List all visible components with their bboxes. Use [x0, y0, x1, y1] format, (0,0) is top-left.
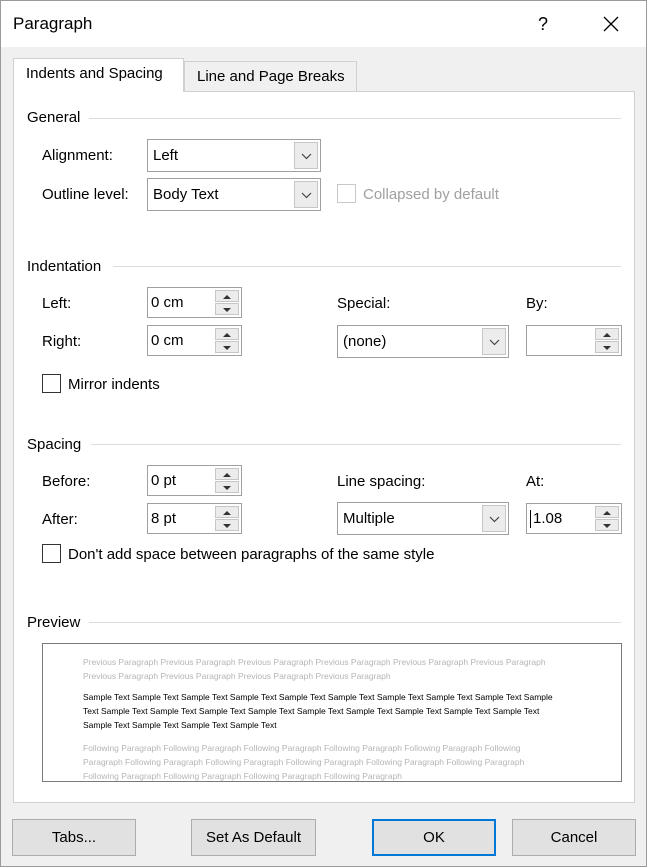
close-button[interactable]	[589, 7, 633, 41]
alignment-value: Left	[153, 147, 179, 164]
line-spacing-select[interactable]: Multiple	[337, 502, 509, 535]
ok-button[interactable]: OK	[372, 819, 496, 856]
triangle-up-icon	[223, 333, 231, 337]
general-section-title: General	[27, 109, 81, 126]
text-caret	[530, 510, 531, 528]
triangle-up-icon	[603, 511, 611, 515]
spacing-section-title: Spacing	[27, 436, 82, 453]
alignment-select[interactable]: Left	[147, 139, 321, 172]
preview-previous-paragraph: Previous Paragraph Previous Paragraph Pr…	[83, 657, 546, 681]
outline-level-value: Body Text	[153, 186, 219, 203]
after-label: After:	[42, 511, 78, 528]
cancel-button[interactable]: Cancel	[512, 819, 636, 856]
chevron-down-icon	[489, 516, 500, 523]
before-increment[interactable]	[215, 468, 239, 480]
tab-label: Indents and Spacing	[26, 65, 163, 82]
line-spacing-dropdown-button[interactable]	[482, 505, 506, 532]
triangle-down-icon	[603, 346, 611, 350]
special-dropdown-button[interactable]	[482, 328, 506, 355]
tab-line-and-page-breaks[interactable]: Line and Page Breaks	[184, 61, 357, 91]
after-increment[interactable]	[215, 506, 239, 518]
left-indent-value: 0 cm	[151, 294, 184, 311]
triangle-up-icon	[223, 473, 231, 477]
after-spinner[interactable]: 8 pt	[147, 503, 242, 534]
at-spinner[interactable]: 1.08	[526, 503, 622, 534]
by-increment[interactable]	[595, 328, 619, 340]
after-value: 8 pt	[151, 510, 177, 527]
special-label: Special:	[337, 295, 391, 312]
general-divider	[89, 118, 621, 119]
title-bar: Paragraph ?	[1, 1, 646, 47]
outline-level-label: Outline level:	[42, 186, 129, 203]
preview-box: Previous Paragraph Previous Paragraph Pr…	[42, 643, 622, 782]
right-indent-decrement[interactable]	[215, 341, 239, 353]
triangle-down-icon	[223, 486, 231, 490]
dont-add-space-checkbox[interactable]	[42, 544, 61, 563]
mirror-indents-checkbox[interactable]	[42, 374, 61, 393]
set-as-default-button[interactable]: Set As Default	[191, 819, 316, 856]
close-icon	[603, 16, 619, 32]
chevron-down-icon	[489, 339, 500, 346]
at-increment[interactable]	[595, 506, 619, 518]
mirror-indents-label: Mirror indents	[68, 376, 160, 393]
after-decrement[interactable]	[215, 519, 239, 531]
left-indent-label: Left:	[42, 295, 72, 312]
triangle-up-icon	[223, 295, 231, 299]
tab-indents-and-spacing[interactable]: Indents and Spacing	[13, 58, 184, 92]
line-spacing-value: Multiple	[343, 510, 395, 527]
indentation-divider	[113, 266, 621, 267]
right-indent-increment[interactable]	[215, 328, 239, 340]
preview-divider	[89, 622, 621, 623]
dont-add-space-label: Don't add space between paragraphs of th…	[68, 546, 435, 563]
left-indent-spinner[interactable]: 0 cm	[147, 287, 242, 318]
outline-level-select[interactable]: Body Text	[147, 178, 321, 211]
collapsed-by-default-label: Collapsed by default	[363, 186, 499, 203]
preview-following-paragraph: Following Paragraph Following Paragraph …	[83, 743, 525, 781]
left-indent-decrement[interactable]	[215, 303, 239, 315]
at-label: At:	[526, 473, 545, 490]
right-indent-spinner[interactable]: 0 cm	[147, 325, 242, 356]
chevron-down-icon	[301, 153, 312, 160]
special-value: (none)	[343, 333, 387, 350]
alignment-label: Alignment:	[42, 147, 113, 164]
triangle-up-icon	[223, 511, 231, 515]
triangle-down-icon	[223, 308, 231, 312]
outline-level-dropdown-button[interactable]	[294, 181, 318, 208]
by-decrement[interactable]	[595, 341, 619, 353]
preview-sample-text: Sample Text Sample Text Sample Text Samp…	[83, 692, 553, 730]
before-decrement[interactable]	[215, 481, 239, 493]
alignment-dropdown-button[interactable]	[294, 142, 318, 169]
collapsed-by-default-checkbox[interactable]	[337, 184, 356, 203]
before-spinner[interactable]: 0 pt	[147, 465, 242, 496]
special-select[interactable]: (none)	[337, 325, 509, 358]
right-indent-label: Right:	[42, 333, 82, 350]
line-spacing-label: Line spacing:	[337, 473, 426, 490]
before-value: 0 pt	[151, 472, 177, 489]
right-indent-value: 0 cm	[151, 332, 184, 349]
triangle-down-icon	[223, 524, 231, 528]
dialog-title: Paragraph	[13, 14, 93, 33]
left-indent-increment[interactable]	[215, 290, 239, 302]
indentation-section-title: Indentation	[27, 258, 102, 275]
tab-label: Line and Page Breaks	[197, 68, 345, 85]
at-decrement[interactable]	[595, 519, 619, 531]
chevron-down-icon	[301, 192, 312, 199]
triangle-down-icon	[603, 524, 611, 528]
before-label: Before:	[42, 473, 91, 490]
by-spinner[interactable]	[526, 325, 622, 356]
tabs-button[interactable]: Tabs...	[12, 819, 136, 856]
paragraph-dialog: Paragraph ? Line and Page Breaks Indents…	[0, 0, 647, 867]
spacing-divider	[91, 444, 621, 445]
triangle-down-icon	[223, 346, 231, 350]
at-value: 1.08	[533, 510, 563, 527]
triangle-up-icon	[603, 333, 611, 337]
by-label: By:	[526, 295, 548, 312]
help-button[interactable]: ?	[521, 7, 565, 41]
preview-section-title: Preview	[27, 614, 81, 631]
